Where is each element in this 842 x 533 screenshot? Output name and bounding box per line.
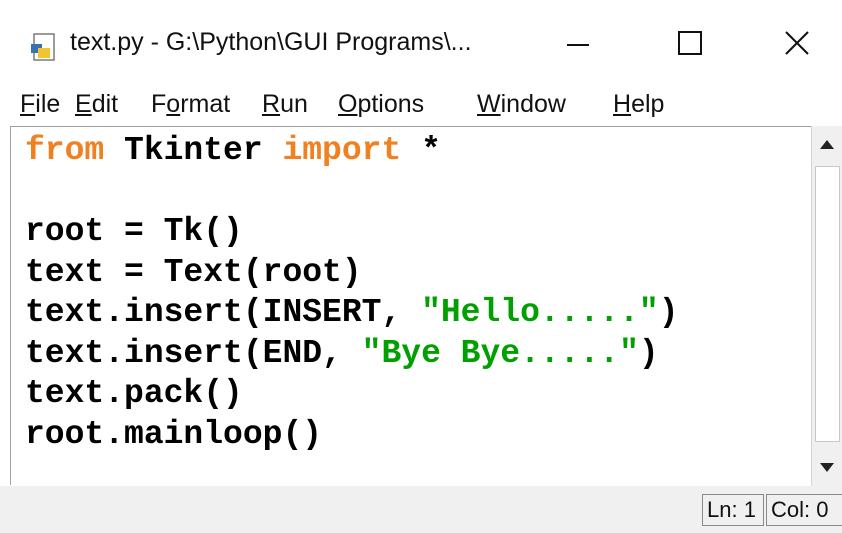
line-number-indicator: Ln: 1	[702, 494, 764, 526]
scroll-down-arrow-icon	[820, 463, 834, 472]
minimize-button[interactable]	[548, 18, 608, 68]
menu-edit-mnemonic: E	[75, 90, 92, 118]
maximize-button[interactable]	[660, 18, 720, 68]
scroll-up-arrow-icon	[820, 140, 834, 149]
minimize-icon	[567, 44, 589, 46]
menu-window[interactable]: Window	[477, 90, 566, 119]
menu-format-mnemonic: o	[166, 90, 181, 118]
menu-format-prefix: F	[151, 90, 167, 118]
menu-help-mnemonic: H	[613, 90, 632, 118]
code-line: text.insert(INSERT, "Hello.....")	[25, 294, 679, 331]
code-token: *	[401, 132, 441, 169]
close-icon	[785, 31, 809, 55]
menu-options[interactable]: Options	[338, 90, 424, 119]
menu-options-mnemonic: O	[338, 90, 358, 118]
menu-run-label: un	[280, 90, 308, 118]
keyword-token: from	[25, 132, 105, 169]
code-line: text.insert(END, "Bye Bye.....")	[25, 335, 659, 372]
code-token: )	[658, 294, 679, 331]
code-token: text.insert(END,	[25, 334, 362, 372]
menu-run-mnemonic: R	[262, 90, 281, 118]
maximize-icon	[678, 31, 702, 55]
menu-bar: File Edit Format Run Options Window Help	[0, 82, 842, 126]
keyword-token: import	[282, 132, 402, 169]
menu-help-label: elp	[631, 90, 665, 118]
code-token: )	[638, 334, 659, 372]
code-line: text.pack()	[25, 375, 243, 412]
scroll-up-button[interactable]	[812, 126, 842, 162]
column-number-indicator: Col: 0	[766, 494, 842, 526]
menu-format-label: rmat	[180, 90, 231, 118]
menu-window-mnemonic: W	[477, 90, 501, 118]
code-token: text = Text(root)	[25, 253, 362, 291]
code-token: text.insert(INSERT,	[25, 294, 422, 331]
menu-file-mnemonic: F	[20, 90, 36, 118]
menu-window-label: indow	[500, 90, 566, 118]
string-token: "Hello....."	[421, 294, 659, 331]
code-line: from Tkinter import *	[25, 132, 441, 169]
menu-edit[interactable]: Edit	[75, 90, 118, 119]
status-bar: Ln: 1 Col: 0	[0, 486, 842, 533]
menu-options-label: ptions	[357, 90, 425, 118]
code-token: root.mainloop()	[25, 415, 323, 453]
title-bar[interactable]: text.py - G:\Python\GUI Programs\...	[0, 0, 842, 82]
menu-format[interactable]: Format	[151, 90, 230, 119]
code-line: root = Tk()	[25, 213, 243, 250]
code-text[interactable]: from Tkinter import * root = Tk() text =…	[25, 131, 679, 455]
menu-help[interactable]: Help	[613, 90, 664, 119]
scroll-down-button[interactable]	[812, 450, 842, 486]
menu-edit-label: dit	[91, 90, 119, 118]
idle-editor-window: text.py - G:\Python\GUI Programs\... Fil…	[0, 0, 842, 533]
scrollbar-thumb[interactable]	[815, 166, 840, 442]
menu-file-label: ile	[35, 90, 61, 118]
code-token: text.pack()	[25, 375, 243, 412]
menu-file[interactable]: File	[20, 90, 60, 119]
vertical-scrollbar[interactable]	[811, 126, 842, 486]
code-line: root.mainloop()	[25, 416, 322, 453]
window-title: text.py - G:\Python\GUI Programs\...	[70, 28, 472, 56]
menu-run[interactable]: Run	[262, 90, 308, 119]
code-editor[interactable]: from Tkinter import * root = Tk() text =…	[10, 126, 811, 485]
code-token: root = Tk()	[25, 213, 243, 250]
code-line: text = Text(root)	[25, 254, 362, 291]
code-token: Tkinter	[104, 132, 283, 169]
python-file-icon	[31, 33, 55, 61]
close-button[interactable]	[767, 18, 827, 68]
string-token: "Bye Bye....."	[361, 334, 639, 372]
